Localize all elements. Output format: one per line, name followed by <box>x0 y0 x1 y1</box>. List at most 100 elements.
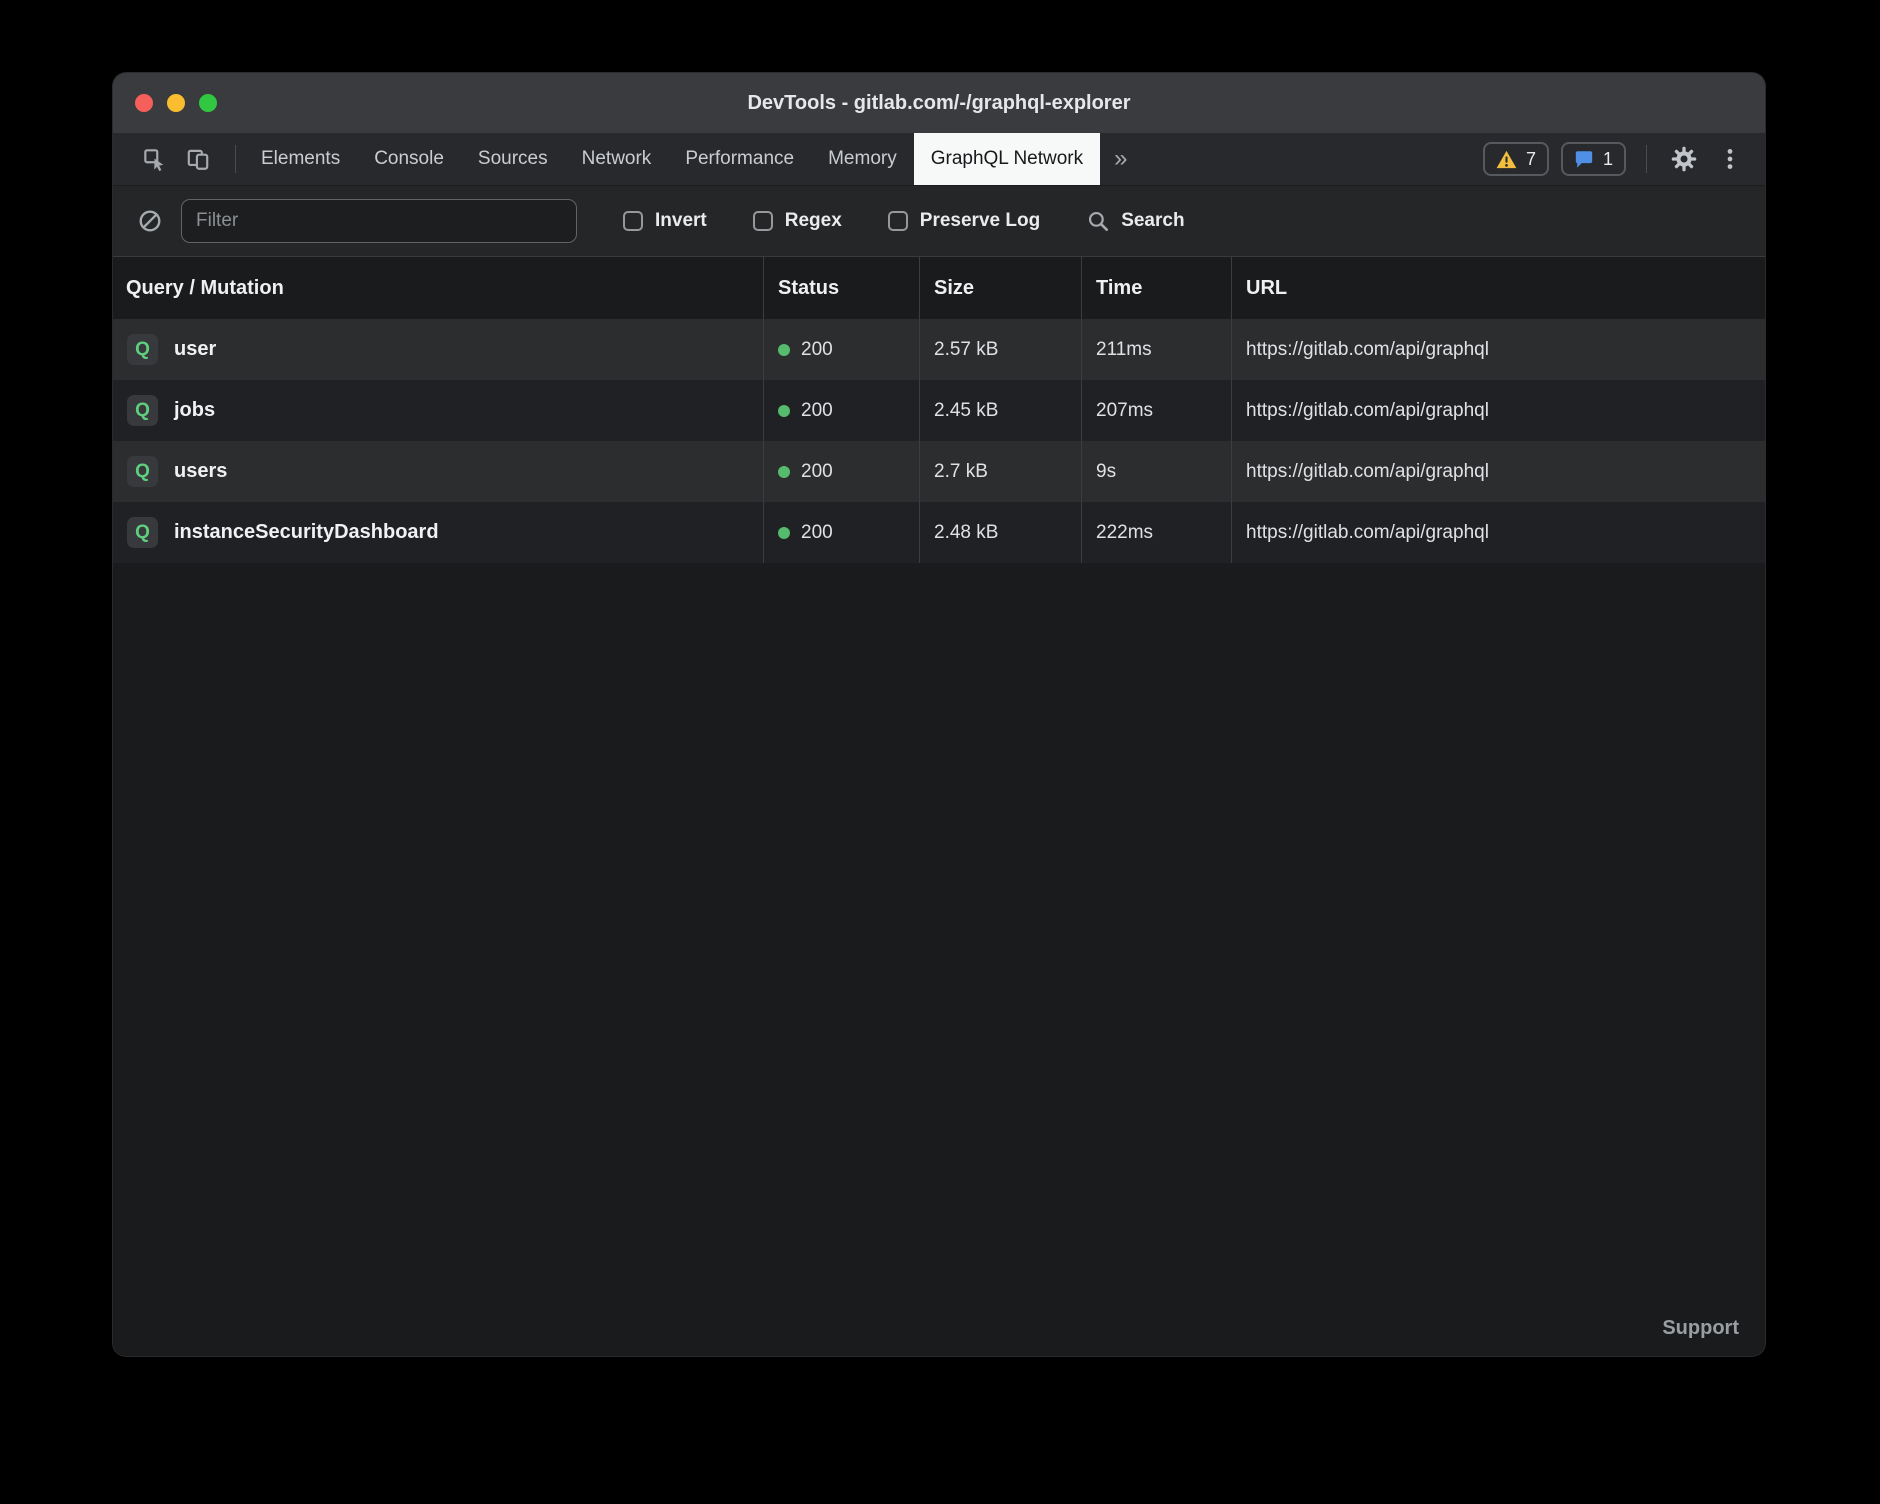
warning-count: 7 <box>1526 149 1536 170</box>
tab-memory[interactable]: Memory <box>811 133 914 185</box>
query-type-badge: Q <box>127 334 158 365</box>
status-ok-dot-icon <box>778 344 790 356</box>
time-cell: 211ms <box>1081 319 1231 380</box>
status-ok-dot-icon <box>778 405 790 417</box>
table-header: Query / Mutation Status Size Time URL <box>113 257 1765 319</box>
status-cell: 200 <box>763 502 919 563</box>
url-cell: https://gitlab.com/api/graphql <box>1231 380 1765 441</box>
time-cell: 207ms <box>1081 380 1231 441</box>
query-name: users <box>174 460 227 483</box>
tab-strip-left-icons <box>113 133 227 185</box>
more-options-icon[interactable] <box>1713 142 1747 176</box>
status-ok-dot-icon <box>778 527 790 539</box>
inspect-element-icon[interactable] <box>137 142 171 176</box>
time-cell: 222ms <box>1081 502 1231 563</box>
query-name: jobs <box>174 399 215 422</box>
status-cell: 200 <box>763 380 919 441</box>
traffic-lights <box>135 94 217 112</box>
checkbox-label: Regex <box>785 210 842 232</box>
checkbox-box <box>888 211 908 231</box>
settings-gear-icon[interactable] <box>1667 142 1701 176</box>
checkbox-regex[interactable]: Regex <box>753 210 842 232</box>
size-cell: 2.57 kB <box>919 319 1081 380</box>
request-row-user[interactable]: Q user 200 2.57 kB 211ms https://gitlab <box>113 319 1765 380</box>
divider <box>1646 145 1647 173</box>
request-row-users[interactable]: Q users 200 2.7 kB 9s https://gitlab.co <box>113 441 1765 502</box>
more-tabs-button[interactable]: » <box>1100 133 1141 185</box>
search-label: Search <box>1121 210 1184 232</box>
titlebar: DevTools - gitlab.com/-/graphql-explorer <box>113 73 1765 133</box>
column-header-status: Status <box>763 257 919 319</box>
warnings-badge[interactable]: 7 <box>1483 142 1549 176</box>
size-cell: 2.45 kB <box>919 380 1081 441</box>
minimize-window-button[interactable] <box>167 94 185 112</box>
request-row-jobs[interactable]: Q jobs 200 2.45 kB 207ms https://gitlab <box>113 380 1765 441</box>
status-code: 200 <box>801 461 833 483</box>
tab-label: Network <box>582 148 652 170</box>
divider <box>235 145 236 173</box>
status-cell: 200 <box>763 441 919 502</box>
status-code: 200 <box>801 400 833 422</box>
size-cell: 2.48 kB <box>919 502 1081 563</box>
tab-strip-right-controls: 7 1 <box>1483 133 1765 185</box>
query-type-badge: Q <box>127 517 158 548</box>
window-title: DevTools - gitlab.com/-/graphql-explorer <box>113 92 1765 115</box>
close-window-button[interactable] <box>135 94 153 112</box>
tab-console[interactable]: Console <box>357 133 461 185</box>
tab-label: Sources <box>478 148 548 170</box>
checkbox-preserve-log[interactable]: Preserve Log <box>888 210 1040 232</box>
zoom-window-button[interactable] <box>199 94 217 112</box>
tab-label: Performance <box>685 148 794 170</box>
clear-requests-icon[interactable] <box>133 204 167 238</box>
tab-sources[interactable]: Sources <box>461 133 565 185</box>
search-button[interactable]: Search <box>1086 209 1184 233</box>
tab-label: Console <box>374 148 444 170</box>
query-cell: Q jobs <box>113 380 763 441</box>
status-cell: 200 <box>763 319 919 380</box>
message-bubble-icon <box>1574 149 1594 169</box>
url-cell: https://gitlab.com/api/graphql <box>1231 502 1765 563</box>
url-cell: https://gitlab.com/api/graphql <box>1231 441 1765 502</box>
message-count: 1 <box>1603 149 1613 170</box>
status-code: 200 <box>801 522 833 544</box>
checkbox-invert[interactable]: Invert <box>623 210 707 232</box>
tab-elements[interactable]: Elements <box>244 133 357 185</box>
requests-panel: Query / Mutation Status Size Time URL Q … <box>113 257 1765 1356</box>
tab-label: Elements <box>261 148 340 170</box>
checkbox-label: Invert <box>655 210 707 232</box>
column-header-size: Size <box>919 257 1081 319</box>
tab-label: Memory <box>828 148 897 170</box>
tab-network[interactable]: Network <box>565 133 669 185</box>
column-header-time: Time <box>1081 257 1231 319</box>
query-type-badge: Q <box>127 395 158 426</box>
tab-label: GraphQL Network <box>931 148 1083 170</box>
warning-triangle-icon <box>1496 150 1517 169</box>
chevron-double-right-icon: » <box>1114 145 1127 173</box>
support-link[interactable]: Support <box>1662 1317 1739 1340</box>
status-code: 200 <box>801 339 833 361</box>
query-name: user <box>174 338 216 361</box>
devtools-tab-strip: Elements Console Sources Network Perform… <box>113 133 1765 185</box>
network-toolbar: Invert Regex Preserve Log Search <box>113 185 1765 257</box>
device-toolbar-icon[interactable] <box>181 142 215 176</box>
time-cell: 9s <box>1081 441 1231 502</box>
request-rows: Q user 200 2.57 kB 211ms https://gitlab <box>113 319 1765 563</box>
query-cell: Q user <box>113 319 763 380</box>
url-cell: https://gitlab.com/api/graphql <box>1231 319 1765 380</box>
size-cell: 2.7 kB <box>919 441 1081 502</box>
query-cell: Q instanceSecurityDashboard <box>113 502 763 563</box>
query-type-badge: Q <box>127 456 158 487</box>
filter-input[interactable] <box>181 199 577 243</box>
search-icon <box>1086 209 1110 233</box>
request-row-instancesecuritydashboard[interactable]: Q instanceSecurityDashboard 200 2.48 kB … <box>113 502 1765 563</box>
status-ok-dot-icon <box>778 466 790 478</box>
column-header-url: URL <box>1231 257 1765 319</box>
query-cell: Q users <box>113 441 763 502</box>
checkbox-box <box>753 211 773 231</box>
devtools-window: DevTools - gitlab.com/-/graphql-explorer… <box>112 72 1766 1357</box>
tab-performance[interactable]: Performance <box>668 133 811 185</box>
messages-badge[interactable]: 1 <box>1561 142 1626 176</box>
checkbox-box <box>623 211 643 231</box>
checkbox-label: Preserve Log <box>920 210 1040 232</box>
tab-graphql-network[interactable]: GraphQL Network <box>914 133 1100 185</box>
